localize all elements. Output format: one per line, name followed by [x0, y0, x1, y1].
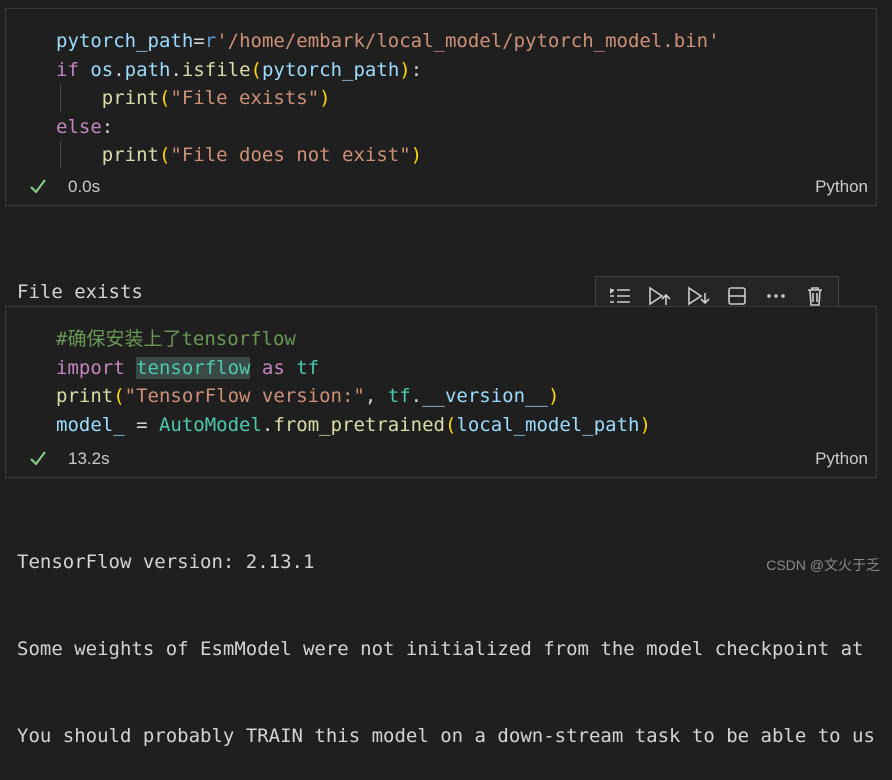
code-token: (	[250, 58, 262, 81]
code-token: tensorflow	[136, 356, 251, 379]
output-line: TensorFlow version: 2.13.1	[17, 551, 315, 573]
code-token: __version__	[422, 385, 548, 408]
code-token: if	[56, 58, 91, 81]
code-token: as	[250, 356, 297, 379]
code-token: )	[319, 87, 331, 110]
code-token: print	[101, 87, 159, 110]
code-token: #确保安装上了tensorflow	[56, 328, 296, 350]
code-token: :	[410, 58, 423, 81]
code-token: tf	[296, 356, 320, 379]
output-line: File exists	[17, 281, 143, 303]
code-line[interactable]: pytorch_path=r'/home/embark/local_model/…	[56, 27, 720, 56]
code-line[interactable]: model_ = AutoModel.from_pretrained(local…	[56, 411, 651, 440]
code-line[interactable]: import tensorflow as tf	[56, 354, 651, 383]
code-token: ,	[364, 385, 388, 408]
code-token: tf	[387, 385, 411, 408]
cell-2-output: TensorFlow version: 2.13.1 Some weights …	[17, 490, 875, 780]
indent-guide	[60, 141, 61, 169]
indent-guide	[60, 84, 61, 112]
code-token: (	[113, 385, 125, 408]
code-cell-1[interactable]: pytorch_path=r'/home/embark/local_model/…	[5, 8, 877, 206]
code-token: print	[101, 144, 159, 167]
code-token: pytorch_path	[261, 58, 400, 81]
code-token: "TensorFlow version:"	[124, 385, 365, 408]
code-token: )	[547, 385, 560, 408]
code-token: print	[56, 385, 114, 408]
cell-2-source[interactable]: #确保安装上了tensorflow import tensorflow as tf…	[56, 325, 651, 439]
code-line[interactable]: print("File exists")	[56, 84, 720, 113]
code-token: model_	[56, 413, 125, 436]
code-token: local_model_path	[456, 413, 640, 436]
code-token: )	[410, 144, 423, 167]
code-token: else	[56, 115, 102, 138]
code-token: import	[56, 356, 137, 379]
code-cell-2[interactable]: #确保安装上了tensorflow import tensorflow as tf…	[5, 306, 877, 478]
code-token: r	[204, 30, 217, 52]
cell-2-status-bar: 13.2s Python	[6, 447, 876, 473]
code-token: os	[90, 58, 114, 81]
watermark: CSDN @文火于乏	[766, 557, 880, 573]
code-token: (	[444, 413, 457, 436]
execution-time: 13.2s	[68, 449, 110, 468]
code-line[interactable]: print("TensorFlow version:", tf.__versio…	[56, 382, 651, 411]
code-token: from_pretrained	[273, 413, 445, 436]
code-token: )	[639, 413, 651, 436]
code-token: pytorch_path	[56, 30, 194, 52]
language-indicator[interactable]: Python	[815, 177, 868, 197]
output-line: Some weights of EsmModel were not initia…	[17, 638, 864, 660]
execution-time: 0.0s	[68, 177, 101, 196]
code-token: path	[124, 58, 171, 81]
code-token: (	[158, 87, 171, 110]
code-token: .	[261, 413, 274, 436]
cell-1-source[interactable]: pytorch_path=r'/home/embark/local_model/…	[56, 27, 720, 170]
code-token: :	[101, 115, 114, 138]
code-token: AutoModel	[158, 413, 262, 436]
success-check-icon	[30, 451, 46, 466]
code-token: =	[124, 413, 159, 436]
code-token: isfile	[181, 58, 251, 81]
code-line[interactable]: else:	[56, 113, 720, 142]
success-check-icon	[30, 179, 46, 194]
output-line: You should probably TRAIN this model on …	[17, 725, 875, 747]
cell-1-status-bar: 0.0s Python	[6, 175, 876, 201]
code-line[interactable]: print("File does not exist")	[56, 141, 720, 170]
language-indicator[interactable]: Python	[815, 449, 868, 469]
code-token: "File does not exist"	[170, 144, 411, 167]
code-token: (	[158, 144, 171, 167]
code-token: .	[113, 58, 125, 81]
code-token: .	[170, 58, 182, 81]
code-token: =	[193, 30, 205, 52]
code-token: "File exists"	[170, 87, 320, 110]
code-line[interactable]: if os.path.isfile(pytorch_path):	[56, 56, 720, 85]
code-token: )	[399, 58, 411, 81]
code-token: .	[410, 385, 423, 408]
code-token: '/home/embark/local_model/pytorch_model.…	[216, 30, 720, 52]
code-line[interactable]: #确保安装上了tensorflow	[56, 325, 651, 354]
